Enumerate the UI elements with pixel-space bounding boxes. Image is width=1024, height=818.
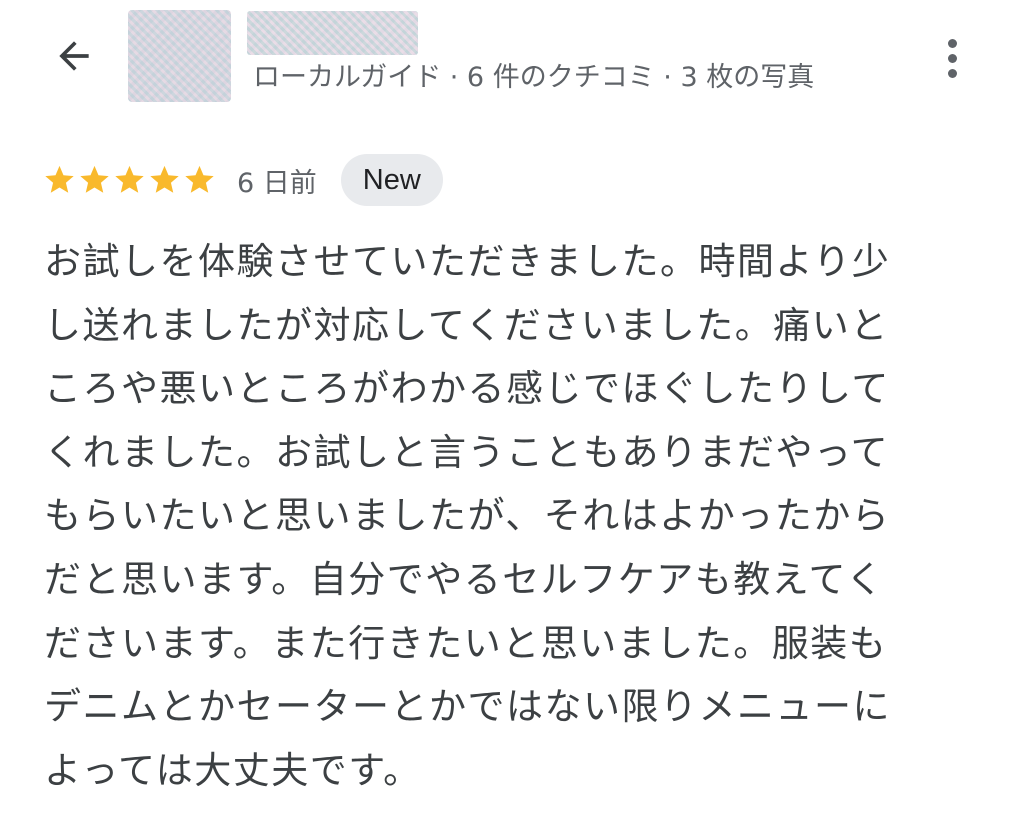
review-text-line: くれました。お試しと言うこともありまだやって	[44, 430, 890, 474]
review-date: 6 日前	[237, 167, 317, 199]
reviewer-meta: ローカルガイド · 6 件のクチコミ · 3 枚の写真	[253, 62, 815, 93]
review-meta-row: 6 日前 New	[42, 154, 443, 206]
review-text-line: ころや悪いところがわかる感じでほぐしたりして	[44, 367, 890, 411]
review-text: お試しを体験させていただきました。時間より少 し送れましたが対応してくださいました…	[44, 230, 984, 802]
review-text-line: デニムとかセーターとかではない限りメニューに	[44, 685, 891, 729]
star-icon	[80, 165, 109, 193]
back-button[interactable]	[48, 30, 100, 82]
review-text-line: よっては大丈夫です。	[44, 748, 422, 792]
arrow-left-icon	[59, 41, 89, 71]
review-text-line: ださいます。また行きたいと思いました。服装も	[44, 621, 888, 665]
review-text-line: だと思います。自分でやるセルフケアも教えてく	[44, 557, 885, 601]
star-icon	[150, 165, 179, 193]
star-icon	[185, 165, 214, 193]
review-header: ローカルガイド · 6 件のクチコミ · 3 枚の写真	[0, 0, 1024, 120]
review-text-line: もらいたいと思いましたが、それはよかったから	[44, 494, 891, 538]
more-options-button[interactable]	[930, 30, 974, 86]
reviewer-name-redacted[interactable]	[247, 11, 418, 55]
more-vert-icon-dot	[947, 68, 957, 78]
star-rating	[42, 163, 217, 197]
reviewer-avatar[interactable]	[128, 10, 231, 102]
review-text-line: し送れましたが対応してくださいました。痛いと	[44, 303, 889, 347]
new-badge: New	[340, 154, 443, 206]
star-icon	[115, 165, 144, 193]
more-vert-icon-dot	[947, 53, 957, 63]
more-vert-icon	[947, 38, 957, 48]
review-text-line: お試しを体験させていただきました。時間より少	[44, 240, 891, 283]
star-icon	[45, 165, 74, 193]
